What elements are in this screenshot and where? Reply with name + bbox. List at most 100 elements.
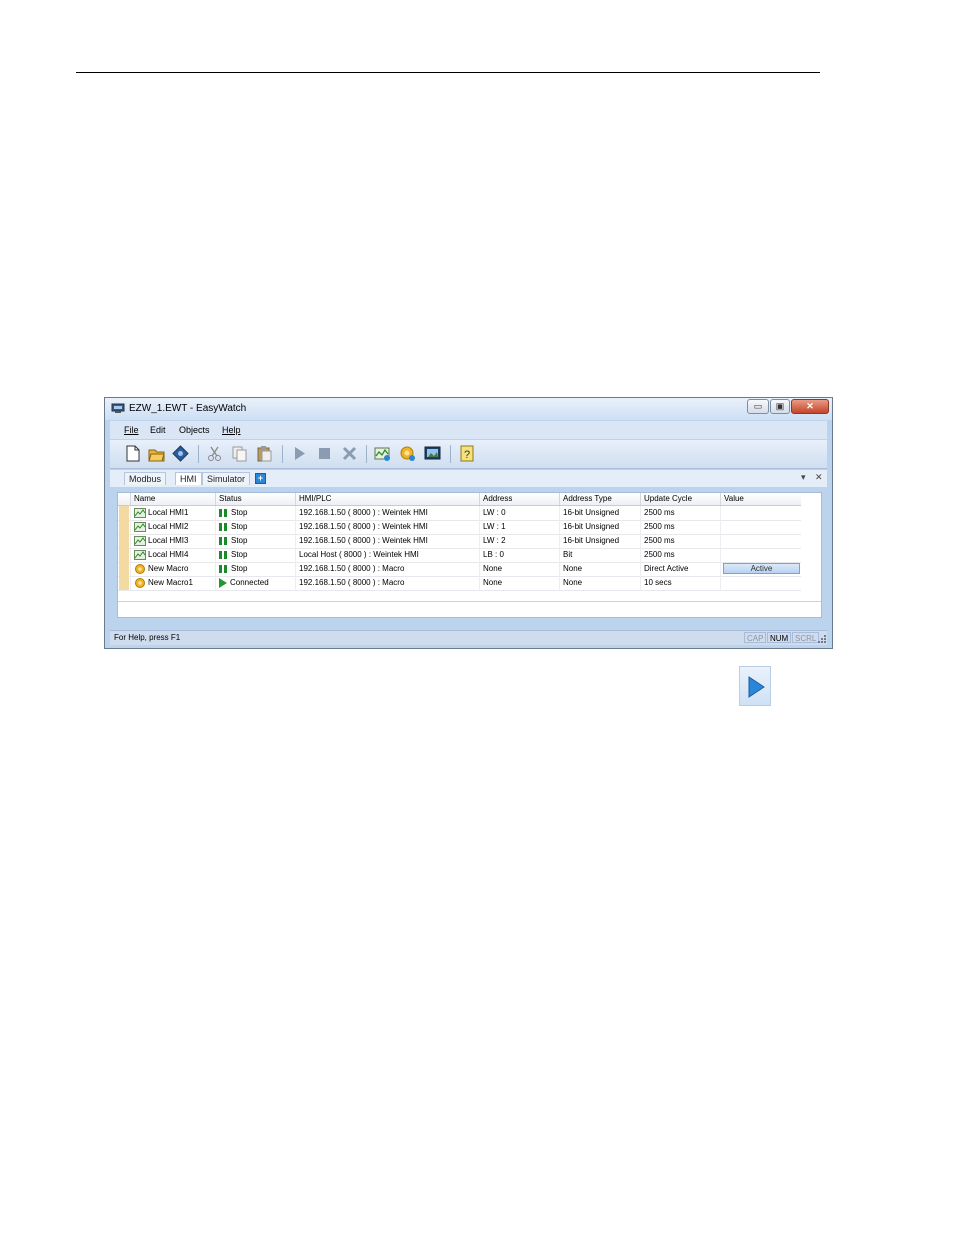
table-row[interactable]: Local HMI4 Stop Local Host ( 8000 ) : Wein… <box>118 548 801 563</box>
cell-address: None <box>479 576 559 590</box>
table-row[interactable]: New Macro1 Connected 192.168.1.50 ( 8000 )… <box>118 576 801 591</box>
svg-text:?: ? <box>464 449 470 461</box>
col-update-cycle[interactable]: Update Cycle <box>640 493 720 505</box>
pane-menu-icon[interactable]: ▾ <box>801 472 806 483</box>
cell-name: New Macro <box>130 562 215 576</box>
table-row[interactable]: Local HMI3 Stop 192.168.1.50 ( 8000 ) : We… <box>118 534 801 549</box>
scrl-indicator: SCRL <box>792 632 820 643</box>
save-icon[interactable] <box>172 445 189 462</box>
status-bar: For Help, press F1 CAP NUM SCRL <box>110 630 827 645</box>
new-icon[interactable] <box>124 445 141 462</box>
copy-icon[interactable] <box>231 445 248 462</box>
cell-update-cycle: 2500 ms <box>640 506 720 520</box>
cell-address-type: None <box>559 576 640 590</box>
row-marker <box>119 534 129 548</box>
cell-status: Connected <box>215 576 295 590</box>
col-status[interactable]: Status <box>215 493 295 505</box>
row-name: Local HMI3 <box>148 536 189 545</box>
stopped-icon <box>219 564 228 573</box>
toolbar-separator <box>282 445 283 463</box>
table-row[interactable]: Local HMI2 Stop 192.168.1.50 ( 8000 ) : We… <box>118 520 801 535</box>
help-icon[interactable]: ? <box>459 445 476 462</box>
row-name: Local HMI1 <box>148 508 189 517</box>
table-row[interactable]: Local HMI1 Stop 192.168.1.50 ( 8000 ) : We… <box>118 506 801 521</box>
cell-value <box>720 520 801 534</box>
cell-status: Stop <box>215 548 295 562</box>
col-address[interactable]: Address <box>479 493 559 505</box>
value-active-button[interactable]: Active <box>723 563 800 574</box>
menu-edit[interactable]: Edit <box>150 425 166 435</box>
stopped-icon <box>219 550 228 559</box>
cell-address: LW : 1 <box>479 520 559 534</box>
add-hmi-icon[interactable] <box>374 445 391 462</box>
row-name: New Macro <box>148 564 189 573</box>
minimize-button[interactable]: ▭ <box>747 399 769 414</box>
object-table: Name Status HMI/PLC Address Address Type… <box>117 492 822 618</box>
row-marker <box>119 520 129 534</box>
easywatch-window: EZW_1.EWT - EasyWatch ▭ ▣ ✕ File Edit Ob… <box>104 397 833 649</box>
cap-indicator: CAP <box>744 632 767 643</box>
row-marker <box>119 562 129 576</box>
hmi-icon <box>134 549 146 560</box>
cell-address-type: 16-bit Unsigned <box>559 506 640 520</box>
stop-icon[interactable] <box>316 445 333 462</box>
cell-status: Stop <box>215 506 295 520</box>
row-status: Connected <box>230 578 269 587</box>
table-row[interactable]: New Macro Stop 192.168.1.50 ( 8000 ) : Mac… <box>118 562 801 577</box>
col-name[interactable]: Name <box>130 493 215 505</box>
menu-file[interactable]: File <box>124 425 139 435</box>
cell-value <box>720 506 801 520</box>
window-title: EZW_1.EWT - EasyWatch <box>129 403 247 414</box>
menu-help[interactable]: Help <box>222 425 241 435</box>
restore-button[interactable]: ▣ <box>770 399 790 414</box>
stopped-icon <box>219 536 228 545</box>
cut-icon[interactable] <box>206 445 223 462</box>
cell-name: Local HMI1 <box>130 506 215 520</box>
menu-bar: File Edit Objects Help <box>110 421 827 439</box>
hmi-icon <box>134 535 146 546</box>
cell-address: LW : 2 <box>479 534 559 548</box>
row-status: Stop <box>231 564 248 573</box>
tab-simulator[interactable]: Simulator <box>202 472 251 485</box>
run-icon[interactable] <box>291 445 308 462</box>
add-macro-icon[interactable] <box>399 445 416 462</box>
title-bar[interactable]: EZW_1.EWT - EasyWatch ▭ ▣ ✕ <box>105 398 832 420</box>
col-hmi-plc[interactable]: HMI/PLC <box>295 493 479 505</box>
cell-name: New Macro1 <box>130 576 215 590</box>
tab-modbus[interactable]: Modbus <box>124 472 167 485</box>
cell-address-type: 16-bit Unsigned <box>559 534 640 548</box>
hmi-icon <box>134 521 146 532</box>
menu-objects[interactable]: Objects <box>179 425 210 435</box>
status-help-text: For Help, press F1 <box>114 633 181 642</box>
resize-grip-icon[interactable] <box>818 635 826 643</box>
cell-value <box>720 534 801 548</box>
connected-icon <box>219 577 227 588</box>
cell-hmi-plc: 192.168.1.50 ( 8000 ) : Weintek HMI <box>295 506 479 520</box>
hmi-icon <box>134 507 146 518</box>
cell-name: Local HMI2 <box>130 520 215 534</box>
cell-hmi-plc: 192.168.1.50 ( 8000 ) : Weintek HMI <box>295 534 479 548</box>
row-status: Stop <box>231 536 248 545</box>
monitor-icon[interactable] <box>424 445 441 462</box>
app-icon <box>111 403 125 413</box>
open-icon[interactable] <box>148 445 165 462</box>
play-icon <box>748 676 765 698</box>
cell-update-cycle: 2500 ms <box>640 534 720 548</box>
toolbar-separator <box>198 445 199 463</box>
macro-icon <box>135 577 145 588</box>
col-value[interactable]: Value <box>720 493 801 505</box>
pane-close-icon[interactable]: ✕ <box>815 472 823 483</box>
add-tab-button[interactable]: + <box>255 473 266 484</box>
tab-bar: Modbus HMI Simulator + ▾ ✕ <box>110 470 827 487</box>
cell-status: Stop <box>215 520 295 534</box>
table-header: Name Status HMI/PLC Address Address Type… <box>118 493 801 506</box>
toolbar-separator <box>366 445 367 463</box>
delete-icon[interactable] <box>341 445 358 462</box>
run-button-illustration <box>739 666 771 706</box>
paste-icon[interactable] <box>256 445 273 462</box>
row-name: Local HMI2 <box>148 522 189 531</box>
row-marker <box>119 548 129 562</box>
tab-hmi[interactable]: HMI <box>175 472 202 485</box>
close-button[interactable]: ✕ <box>791 399 829 414</box>
col-address-type[interactable]: Address Type <box>559 493 640 505</box>
